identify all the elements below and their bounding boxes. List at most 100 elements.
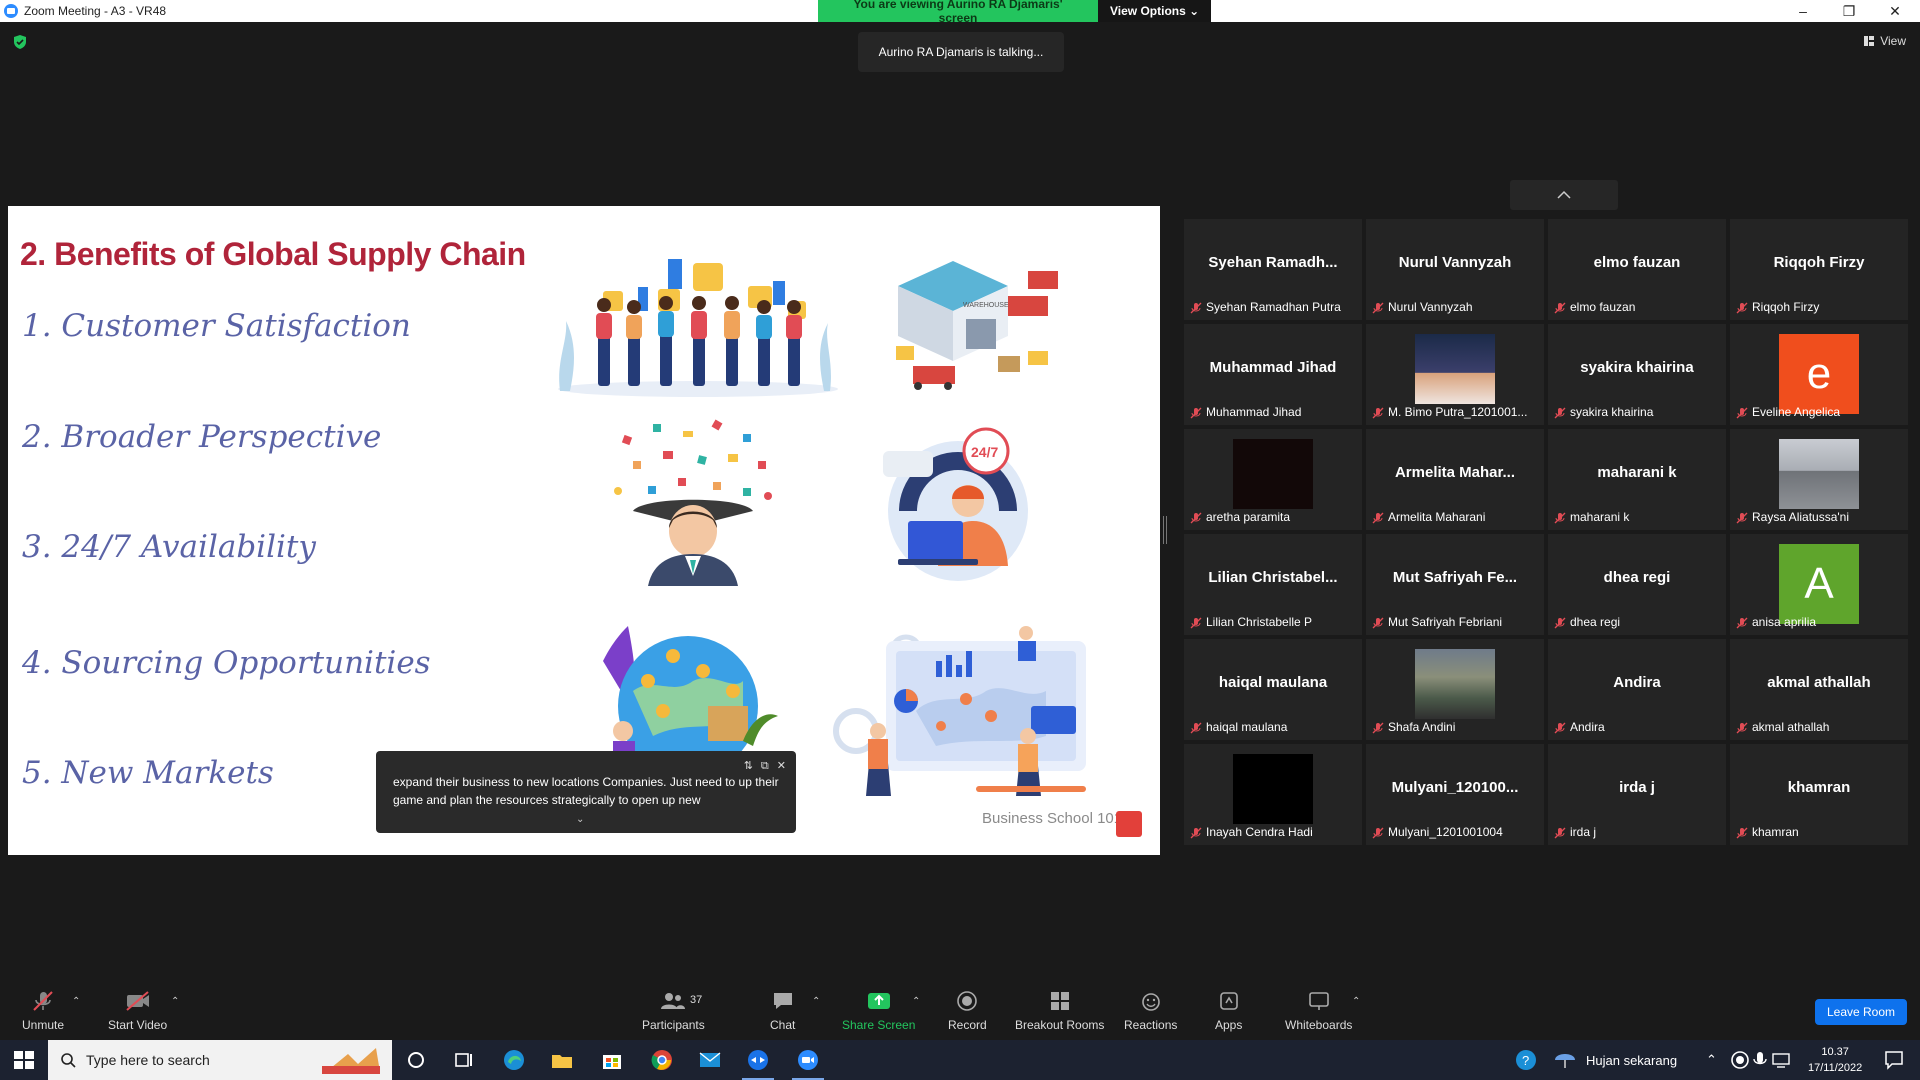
new-markets-illustration [833,626,1086,796]
breakout-rooms-button[interactable]: Breakout Rooms [1015,990,1104,1032]
share-screen-label: Share Screen [842,1018,916,1032]
cortana-icon[interactable] [404,1048,428,1072]
microsoft-store-icon[interactable] [600,1048,624,1072]
participant-tile[interactable]: dhea regi dhea regi [1548,534,1726,635]
whiteboards-button[interactable]: Whiteboards [1285,990,1352,1032]
popout-icon[interactable]: ⧉ [761,757,769,775]
share-options-caret[interactable]: ⌃ [912,996,920,1007]
participant-tile[interactable]: khamran khamran [1730,744,1908,845]
participant-name-label: Muhammad Jihad [1206,405,1302,419]
badge-247: 24/7 [971,444,998,460]
participant-tile[interactable]: Nurul Vannyzah Nurul Vannyzah [1366,219,1544,320]
rain-umbrella-icon [1555,1054,1575,1068]
microphone-muted-icon [1554,827,1566,839]
reactions-icon [1141,993,1160,1011]
share-screen-icon [867,993,890,1009]
participant-tile[interactable]: irda j irda j [1548,744,1726,845]
participant-tile[interactable]: Lilian Christabel... Lilian Christabelle … [1184,534,1362,635]
pin-icon[interactable]: ⇅ [744,757,753,775]
zoom-taskbar-icon[interactable] [796,1048,820,1072]
participant-tile[interactable]: Inayah Cendra Hadi [1184,744,1362,845]
window-title: Zoom Meeting - A3 - VR48 [24,4,167,18]
file-explorer-icon[interactable] [550,1048,574,1072]
view-options-button[interactable]: View Options ⌄ [1098,0,1212,22]
show-hidden-icons-caret[interactable]: ⌃ [1706,1040,1717,1080]
windows-start-icon[interactable] [12,1048,36,1072]
chat-button[interactable]: Chat [770,990,795,1032]
apps-button[interactable]: Apps [1215,990,1242,1032]
participant-video-thumbnail [1233,439,1313,509]
participant-name-label: akmal athallah [1752,720,1830,734]
participant-tile[interactable]: haiqal maulana haiqal maulana [1184,639,1362,740]
grid-view-icon [1864,36,1875,46]
participant-tile[interactable]: akmal athallah akmal athallah [1730,639,1908,740]
record-button[interactable]: Record [948,990,987,1032]
notification-center-icon[interactable] [1882,1048,1906,1072]
participant-tile[interactable]: aretha paramita [1184,429,1362,530]
edge-browser-icon[interactable] [502,1048,526,1072]
participant-tile[interactable]: Raysa Aliatussa'ni [1730,429,1908,530]
weather-widget[interactable]: Hujan sekarang [1552,1040,1677,1080]
participant-tile[interactable]: M. Bimo Putra_1201001... [1366,324,1544,425]
microphone-muted-icon [1372,302,1384,314]
task-view-icon[interactable] [452,1048,476,1072]
microphone-muted-icon [1736,407,1748,419]
participant-tile[interactable]: maharani k maharani k [1548,429,1726,530]
participant-avatar: A [1779,544,1859,624]
taskbar-search-box[interactable]: Type here to search [48,1040,392,1080]
whiteboard-options-caret[interactable]: ⌃ [1352,996,1360,1007]
microphone-tray-icon[interactable] [1748,1048,1772,1072]
participant-tile[interactable]: Mulyani_120100... Mulyani_1201001004 [1366,744,1544,845]
participant-name-label: haiqal maulana [1206,720,1288,734]
participant-video-thumbnail [1779,439,1859,509]
close-window-button[interactable]: ✕ [1872,0,1918,22]
minimize-button[interactable]: – [1780,0,1826,22]
participant-tile[interactable]: Mut Safriyah Fe... Mut Safriyah Febriani [1366,534,1544,635]
microphone-muted-icon [1736,617,1748,629]
microphone-muted-icon [1554,617,1566,629]
teamviewer-icon[interactable] [746,1048,770,1072]
participant-display-name: khamran [1787,779,1851,796]
participant-tile[interactable]: Andira Andira [1548,639,1726,740]
reactions-button[interactable]: Reactions [1124,990,1177,1032]
participant-tile[interactable]: Muhammad Jihad Muhammad Jihad [1184,324,1362,425]
microphone-muted-icon [1190,302,1202,314]
microphone-muted-icon [1372,512,1384,524]
availability-247-illustration: 24/7 [883,427,1028,581]
chrome-icon[interactable] [650,1048,674,1072]
video-options-caret[interactable]: ⌃ [171,996,179,1007]
participant-display-name: Syehan Ramadh... [1208,254,1338,271]
search-icon [61,1053,76,1068]
weather-text: Hujan sekarang [1586,1052,1678,1068]
participant-tile[interactable]: syakira khairina syakira khairina [1548,324,1726,425]
leave-room-button[interactable]: Leave Room [1815,999,1907,1025]
encryption-shield-icon[interactable] [12,34,28,50]
collapse-gallery-button[interactable] [1510,180,1618,210]
start-video-button[interactable]: Start Video [108,990,167,1032]
share-screen-button[interactable]: Share Screen [842,990,915,1032]
chevron-down-icon[interactable]: ⌄ [576,811,584,829]
system-clock[interactable]: 10.37 17/11/2022 [1808,1044,1862,1076]
participant-tile[interactable]: e Eveline Angelica [1730,324,1908,425]
participant-name-label: Andira [1570,720,1605,734]
participant-tile[interactable]: Aanisa aprilia [1730,534,1908,635]
participant-name-label: dhea regi [1570,615,1621,629]
close-icon[interactable]: ✕ [777,757,786,775]
view-button[interactable]: View [1863,34,1906,48]
participant-tile[interactable]: Syehan Ramadh... Syehan Ramadhan Putra [1184,219,1362,320]
apps-icon [1219,992,1238,1010]
panel-resize-handle[interactable] [1163,516,1167,544]
unmute-button[interactable]: Unmute [22,990,64,1032]
maximize-button[interactable]: ❐ [1826,0,1872,22]
participant-tile[interactable]: Riqqoh Firzy Riqqoh Firzy [1730,219,1908,320]
chat-options-caret[interactable]: ⌃ [812,996,820,1007]
mail-icon[interactable] [698,1048,722,1072]
participant-tile[interactable]: elmo fauzan elmo fauzan [1548,219,1726,320]
participant-tile[interactable]: Shafa Andini [1366,639,1544,740]
benefit-item: 1. Customer Satisfaction [22,308,411,344]
audio-options-caret[interactable]: ⌃ [72,996,80,1007]
participant-tile[interactable]: Armelita Mahar... Armelita Maharani [1366,429,1544,530]
help-icon[interactable]: ? [1514,1048,1538,1072]
network-icon[interactable] [1770,1048,1794,1072]
microphone-muted-icon [1372,617,1384,629]
